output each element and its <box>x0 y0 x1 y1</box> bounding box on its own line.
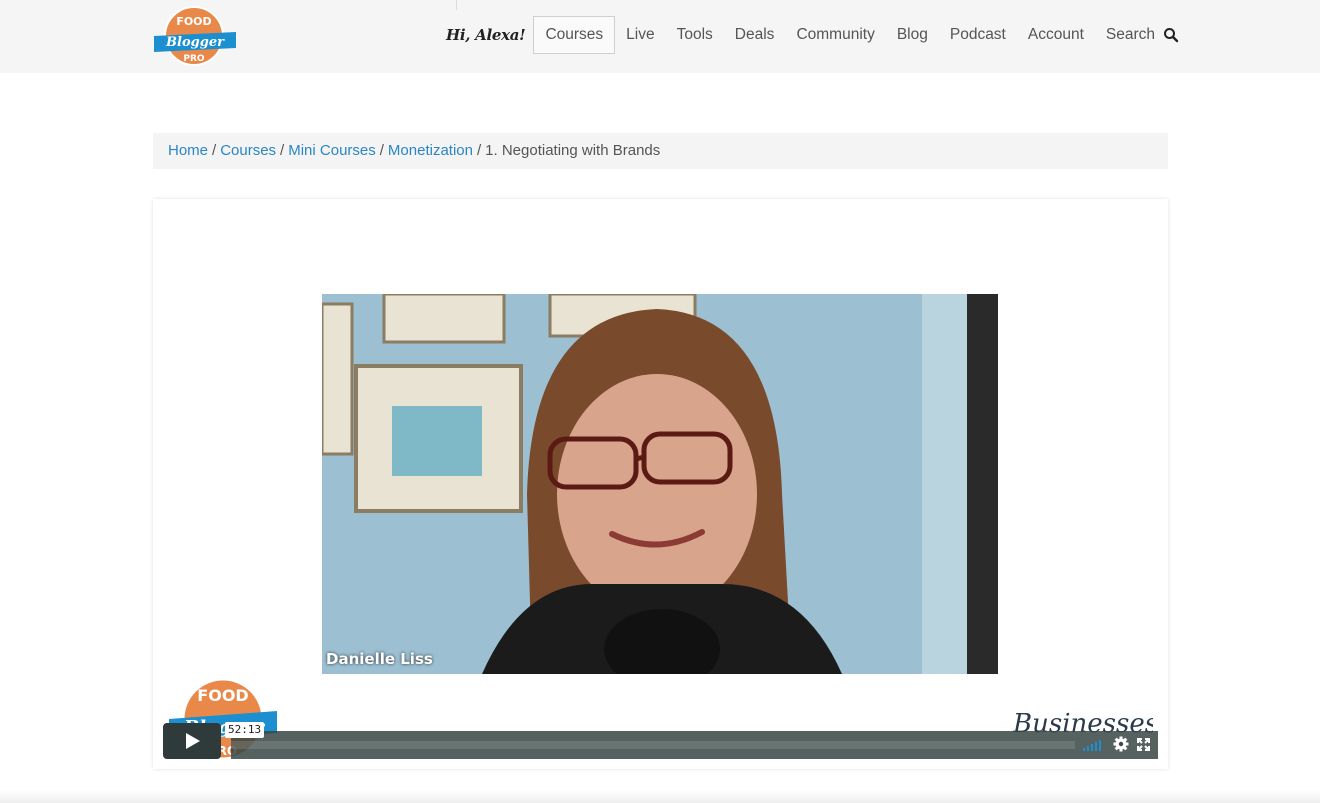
video-frame[interactable]: Danielle Liss <box>322 294 998 674</box>
breadcrumb-home[interactable]: Home <box>168 142 208 159</box>
search-icon[interactable] <box>1163 27 1179 43</box>
video-still <box>322 294 998 674</box>
volume-icon[interactable] <box>1083 739 1105 751</box>
breadcrumb: Home / Courses / Mini Courses / Monetization/1… <box>153 133 1168 169</box>
header-divider <box>456 0 457 10</box>
nav-account[interactable]: Account <box>1017 16 1095 54</box>
video-player[interactable]: Danielle Liss FOOD Blogger PRO Businesse… <box>153 199 1168 769</box>
progress-track[interactable] <box>231 741 1075 749</box>
nav-podcast[interactable]: Podcast <box>939 16 1017 54</box>
breadcrumb-courses[interactable]: Courses <box>220 142 276 159</box>
user-greeting: Hi, Alexa! <box>446 26 526 44</box>
play-icon <box>186 733 200 749</box>
speaker-name-label: Danielle Liss <box>326 650 433 668</box>
nav-blog[interactable]: Blog <box>886 16 939 54</box>
nav-live[interactable]: Live <box>615 16 665 54</box>
play-button[interactable] <box>163 723 221 759</box>
svg-text:PRO: PRO <box>183 54 205 64</box>
food-blogger-pro-logo[interactable]: FOOD Blogger PRO <box>150 2 240 68</box>
nav-deals[interactable]: Deals <box>724 16 786 54</box>
nav-community[interactable]: Community <box>785 16 885 54</box>
nav-tools[interactable]: Tools <box>666 16 724 54</box>
breadcrumb-current: 1. Negotiating with Brands <box>485 142 661 159</box>
progress-bar[interactable] <box>231 731 1158 759</box>
site-header: FOOD Blogger PRO Hi, Alexa! Courses Live… <box>0 0 1320 73</box>
svg-text:FOOD: FOOD <box>176 15 211 28</box>
time-display: 52:13 <box>225 722 265 738</box>
breadcrumb-mini-courses[interactable]: Mini Courses <box>288 142 376 159</box>
settings-gear-icon[interactable] <box>1113 736 1129 752</box>
page-bottom-shadow <box>0 790 1320 803</box>
svg-text:Blogger: Blogger <box>165 35 225 50</box>
svg-text:FOOD: FOOD <box>197 686 248 705</box>
nav-courses[interactable]: Courses <box>533 16 616 54</box>
fullscreen-icon[interactable] <box>1137 738 1150 751</box>
breadcrumb-monetization[interactable]: Monetization <box>388 142 473 159</box>
nav-search[interactable]: Search <box>1095 16 1159 54</box>
main-nav: Hi, Alexa! Courses Live Tools Deals Comm… <box>446 16 1179 54</box>
